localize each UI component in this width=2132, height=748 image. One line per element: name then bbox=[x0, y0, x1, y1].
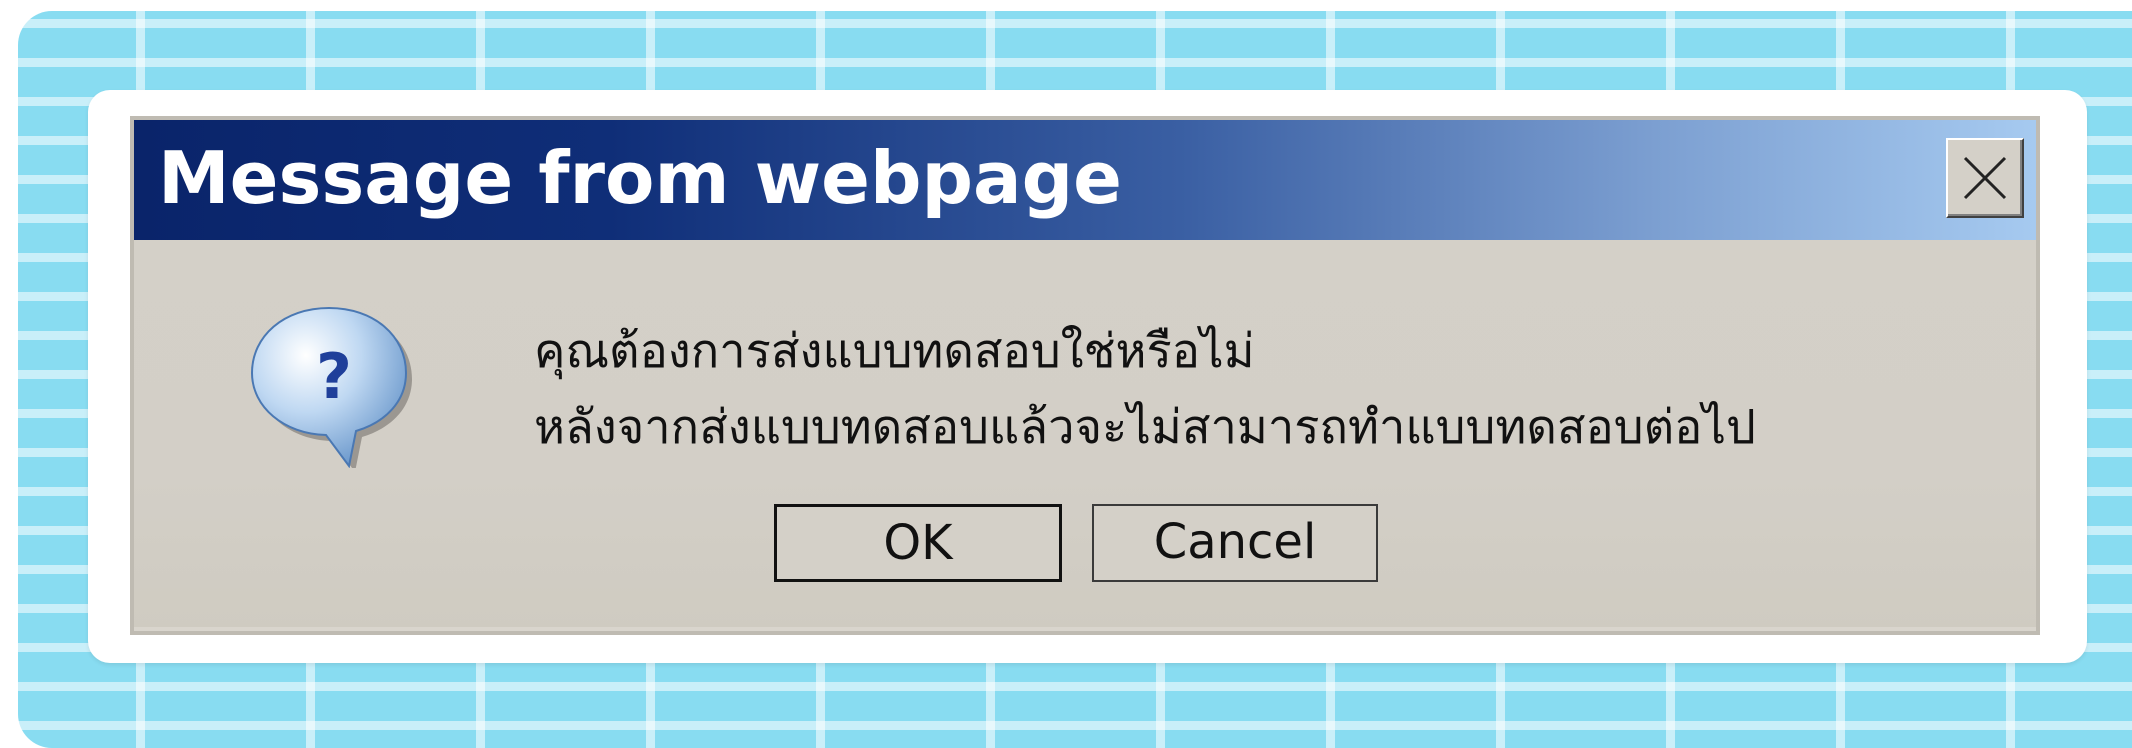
dialog-title: Message from webpage bbox=[158, 136, 1122, 220]
cancel-button[interactable]: Cancel bbox=[1092, 504, 1378, 582]
close-icon bbox=[1963, 156, 2007, 200]
close-button[interactable] bbox=[1946, 138, 2024, 218]
dialog-titlebar[interactable]: Message from webpage bbox=[134, 120, 2036, 240]
ok-button[interactable]: OK bbox=[774, 504, 1062, 582]
message-line-1: คุณต้องการส่งแบบทดสอบใช่หรือไม่ bbox=[534, 324, 1255, 379]
question-balloon-icon: ? bbox=[244, 298, 414, 472]
dialog-message: คุณต้องการส่งแบบทดสอบใช่หรือไม่ หลังจากส… bbox=[534, 314, 1756, 466]
svg-text:?: ? bbox=[316, 340, 352, 413]
message-line-2: หลังจากส่งแบบทดสอบแล้วจะไม่สามารถทำแบบทด… bbox=[534, 400, 1756, 455]
message-dialog: Message from webpage ? คุณต้องการส่งแบบท… bbox=[130, 116, 2040, 635]
